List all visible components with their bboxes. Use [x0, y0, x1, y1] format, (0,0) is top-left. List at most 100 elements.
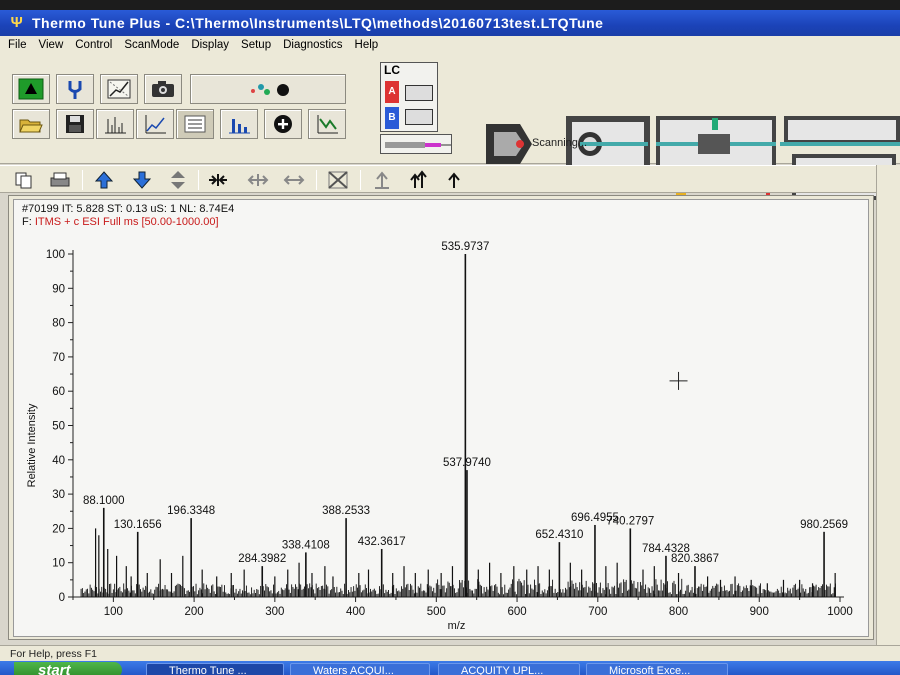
menu-help[interactable]: Help: [355, 39, 379, 51]
camera-icon: [152, 81, 174, 97]
x-tick-label: 500: [427, 606, 446, 618]
full-range-x-button[interactable]: [282, 169, 306, 191]
status-view-button[interactable]: [176, 109, 214, 139]
chromatogram-view-button[interactable]: [136, 109, 174, 139]
title-bar[interactable]: Ψ Thermo Tune Plus - C:\Thermo\Instrumen…: [0, 10, 900, 36]
taskbar-item-acquity-upl[interactable]: ACQUITY UPL...: [438, 663, 580, 675]
syringe-icon: [385, 142, 451, 148]
toolbar-separator: [198, 170, 199, 190]
menu-diagnostics[interactable]: Diagnostics: [283, 39, 342, 51]
spectrum-toolbar: [0, 165, 880, 193]
menu-scanmode[interactable]: ScanMode: [124, 39, 179, 51]
start-button[interactable]: start: [14, 662, 122, 675]
scan-filter-text: ITMS + c ESI Full ms [50.00-1000.00]: [34, 216, 219, 228]
peak-label: 196.3348: [167, 505, 215, 517]
y-tick-label: 50: [52, 421, 65, 433]
calibrate-button[interactable]: [100, 74, 138, 104]
open-file-button[interactable]: [12, 109, 50, 139]
toolbar-separator: [360, 170, 361, 190]
bar-chart-button[interactable]: [220, 109, 258, 139]
y-tick-label: 40: [52, 455, 65, 467]
zoom-in-x-button[interactable]: [206, 169, 230, 191]
x-tick-label: 300: [265, 606, 284, 618]
taskbar: start Thermo Tune ... Waters ACQUI... AC…: [0, 661, 900, 675]
menu-bar: File View Control ScanMode Display Setup…: [0, 36, 900, 54]
valve-chart-icon: [317, 115, 338, 134]
x-tick-label: 400: [346, 606, 365, 618]
status-help-text: For Help, press F1: [10, 648, 97, 660]
menu-display[interactable]: Display: [191, 39, 229, 51]
zoom-reset-icon: [328, 171, 348, 189]
y-tick-label: 80: [52, 318, 65, 330]
bar-chart-icon: [229, 119, 250, 134]
screen-bezel: [0, 0, 900, 10]
scan-status: Scanning...: [532, 137, 588, 149]
printer-icon: [50, 172, 70, 187]
menu-file[interactable]: File: [8, 39, 27, 51]
lc-label: LC: [384, 63, 400, 77]
taskbar-item-thermo-tune[interactable]: Thermo Tune ...: [146, 663, 284, 675]
start-scan-button[interactable]: [12, 74, 50, 104]
status-list-icon: [184, 115, 206, 133]
taskbar-item-microsoft-excel[interactable]: Microsoft Exce...: [586, 663, 728, 675]
lc-pump-a: A: [385, 81, 399, 103]
tuning-fork-icon: [68, 81, 82, 99]
label-multiple-peaks-button[interactable]: [406, 169, 430, 191]
copy-icon: [15, 172, 32, 189]
reset-zoom-button[interactable]: [326, 169, 350, 191]
multi-peak-icon: [410, 170, 427, 188]
scan-info: #70199 IT: 5.828 ST: 0.13 uS: 1 NL: 8.74…: [22, 203, 235, 215]
x-tick-label: 100: [104, 606, 123, 618]
application-window: Ψ Thermo Tune Plus - C:\Thermo\Instrumen…: [0, 0, 900, 675]
lc-panel[interactable]: LC A B: [380, 62, 438, 132]
molecule-display-button[interactable]: [190, 74, 346, 104]
scale-down-button[interactable]: [130, 169, 154, 191]
lc-valve-a-icon: [405, 85, 433, 101]
snapshot-button[interactable]: [144, 74, 182, 104]
menu-control[interactable]: Control: [75, 39, 112, 51]
scale-up-button[interactable]: [92, 169, 116, 191]
copy-button[interactable]: [12, 169, 36, 191]
arrow-up-icon: [94, 171, 114, 189]
save-button[interactable]: [56, 109, 94, 139]
toolbar-separator: [82, 170, 83, 190]
status-bar: For Help, press F1: [0, 645, 900, 661]
autosampler-button[interactable]: [380, 134, 452, 154]
peak-label: 338.4108: [282, 539, 330, 551]
expand-horizontal-icon: [247, 174, 269, 186]
y-tick-label: 90: [52, 283, 65, 295]
peak-label: 432.3617: [358, 536, 406, 548]
divert-valve-button[interactable]: [308, 109, 346, 139]
y-tick-label: 20: [52, 523, 65, 535]
zoom-out-x-button[interactable]: [246, 169, 270, 191]
x-tick-label: 900: [750, 606, 769, 618]
tune-button[interactable]: [56, 74, 94, 104]
peak-label: 537.9740: [443, 457, 491, 469]
calibration-chart-icon: [107, 79, 131, 99]
graph-icon: [145, 115, 166, 134]
molecule-icon: [251, 84, 289, 96]
y-tick-label: 10: [52, 558, 65, 570]
menu-view[interactable]: View: [39, 39, 64, 51]
peak-label: 130.1656: [114, 519, 162, 531]
add-button[interactable]: [264, 109, 302, 139]
taskbar-item-waters-acquity[interactable]: Waters ACQUI...: [290, 663, 430, 675]
peak-label: 284.3982: [238, 553, 286, 565]
tune-app-icon: Ψ: [10, 14, 24, 31]
single-peak-icon: [448, 172, 460, 188]
spectrum-view-button[interactable]: [96, 109, 134, 139]
print-button[interactable]: [48, 169, 72, 191]
floppy-disk-icon: [66, 115, 84, 133]
peak-label: 740.2797: [606, 515, 654, 527]
menu-setup[interactable]: Setup: [241, 39, 271, 51]
lc-valve-b-icon: [405, 109, 433, 125]
label-peaks-button[interactable]: [370, 169, 394, 191]
y-tick-label: 60: [52, 386, 65, 398]
ion-source-icon: [486, 124, 532, 164]
compress-horizontal-icon: [209, 174, 227, 186]
x-tick-label: 600: [507, 606, 526, 618]
autoscale-button[interactable]: [166, 169, 190, 191]
mass-spectrum-chart[interactable]: 0 10 20 30 40 50 60 70 80 90 100 100 200 300 400 500 600…: [13, 230, 869, 635]
peak-up-button[interactable]: [442, 169, 466, 191]
y-tick-label: 70: [52, 352, 65, 364]
